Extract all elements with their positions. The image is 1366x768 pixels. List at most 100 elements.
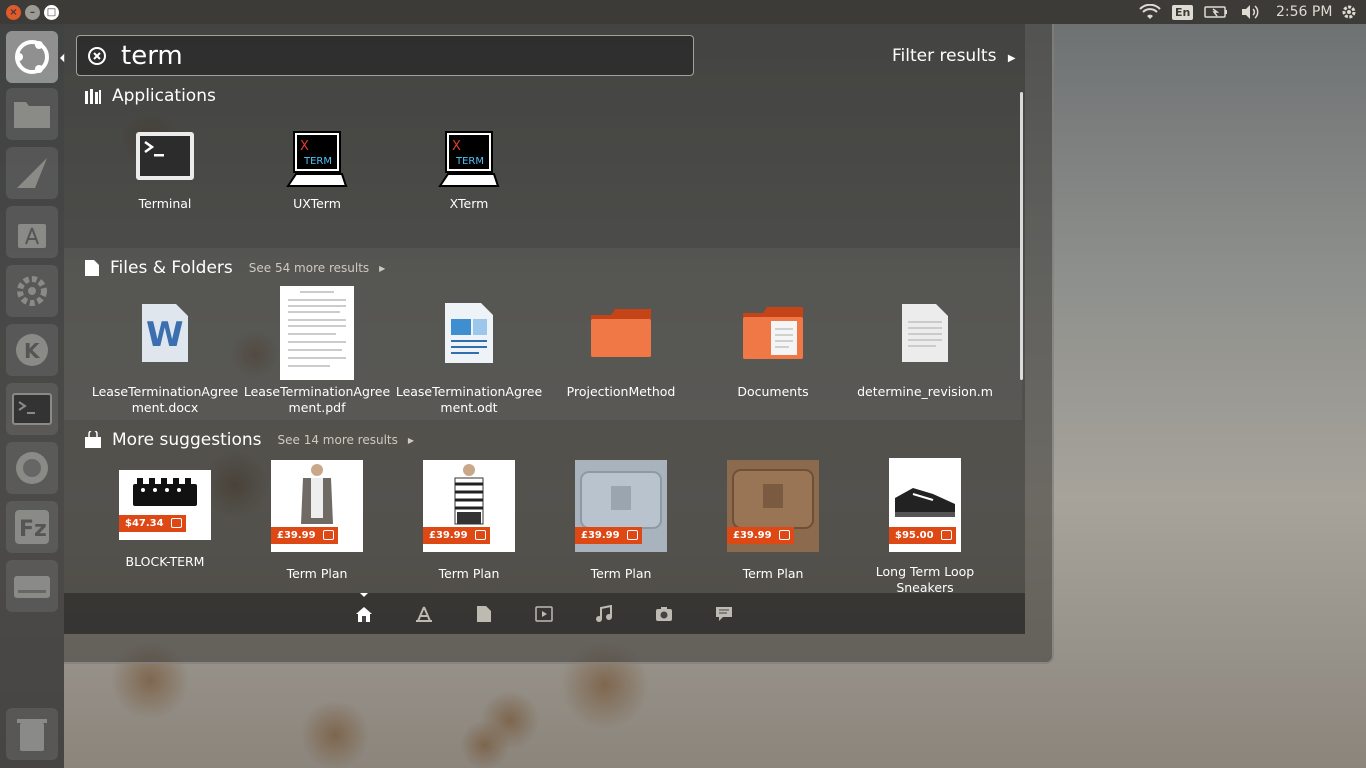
- files-title: Files & Folders: [110, 258, 233, 278]
- grey-bag-product-icon: [580, 471, 662, 529]
- file-tile[interactable]: W LeaseTerminationAgreement.docx: [90, 286, 240, 416]
- app-label: XTerm: [449, 196, 489, 211]
- wifi-icon[interactable]: [1139, 0, 1161, 24]
- social-lens-icon[interactable]: [715, 605, 733, 623]
- settings-icon: [17, 276, 47, 306]
- files-see-more-link[interactable]: See 54 more results: [249, 261, 369, 275]
- libreoffice-draw-launcher-item[interactable]: [6, 147, 58, 199]
- folder-label: Documents: [737, 384, 809, 399]
- music-lens-icon[interactable]: [595, 605, 613, 623]
- svg-text:Fz: Fz: [19, 517, 47, 542]
- text-file-icon: [902, 304, 948, 362]
- applications-section: Applications Terminal X TERM UXTerm X TERM…: [64, 80, 1022, 248]
- folder-tile[interactable]: ProjectionMethod: [546, 286, 696, 400]
- filezilla-launcher-item[interactable]: Fz: [6, 501, 58, 553]
- volume-icon[interactable]: [1240, 0, 1260, 24]
- files-lens-icon[interactable]: [475, 605, 493, 623]
- gear-icon[interactable]: [1340, 0, 1358, 24]
- suggestions-title: More suggestions: [112, 430, 262, 450]
- product-thumbnail: £39.99: [575, 460, 667, 552]
- folder-tile[interactable]: Documents: [698, 286, 848, 400]
- maximize-window-button[interactable]: □: [44, 4, 59, 20]
- svg-text:K: K: [24, 339, 41, 363]
- photos-lens-icon[interactable]: [655, 605, 673, 623]
- app-label: UXTerm: [293, 196, 341, 211]
- home-lens-icon[interactable]: [355, 605, 373, 623]
- file-tile[interactable]: determine_revision.m: [850, 286, 1000, 400]
- suggestion-tile[interactable]: $47.34 BLOCK-TERM: [90, 460, 240, 570]
- trash-icon: [17, 719, 47, 751]
- word-document-icon: W: [142, 304, 188, 362]
- software-center-launcher-item[interactable]: [6, 206, 58, 258]
- clock[interactable]: 2:56 PM: [1276, 0, 1332, 24]
- files-section: Files & Folders See 54 more results ▶ W …: [64, 248, 1022, 420]
- terminal-launcher-item[interactable]: [6, 383, 58, 435]
- firefox-launcher-item[interactable]: [6, 442, 58, 494]
- suggestion-label: Term Plan: [438, 566, 500, 581]
- xterm-icon: X TERM: [438, 131, 500, 187]
- applications-header[interactable]: Applications: [84, 86, 216, 106]
- price-tag: $95.00: [889, 527, 956, 544]
- suggestion-label: BLOCK-TERM: [125, 554, 205, 569]
- filezilla-icon: Fz: [15, 510, 49, 544]
- files-launcher-item[interactable]: [6, 88, 58, 140]
- suggestion-tile[interactable]: £39.99 Term Plan: [546, 460, 696, 582]
- minimize-window-button[interactable]: –: [25, 4, 40, 20]
- drive-icon: [14, 576, 50, 598]
- filter-results-button[interactable]: Filter results ▶: [892, 46, 1016, 66]
- dash-content: Filter results ▶ Applications Terminal X…: [64, 24, 1025, 634]
- suggestion-tile[interactable]: $95.00 Long Term Loop Sneakers: [850, 458, 1000, 596]
- kile-launcher-item[interactable]: K: [6, 324, 58, 376]
- shopping-bag-icon: [474, 530, 486, 540]
- terminal-block-product-icon: [133, 478, 197, 506]
- suggestion-tile[interactable]: £39.99 Term Plan: [394, 460, 544, 582]
- product-thumbnail: $47.34: [119, 470, 211, 540]
- keyboard-layout-label: En: [1172, 4, 1194, 20]
- uxterm-icon: X TERM: [286, 131, 348, 187]
- app-tile-xterm[interactable]: X TERM XTerm: [394, 130, 544, 212]
- suggestions-header[interactable]: More suggestions See 14 more results ▶: [84, 430, 414, 450]
- svg-text:TERM: TERM: [455, 156, 484, 167]
- files-header[interactable]: Files & Folders See 54 more results ▶: [84, 258, 385, 278]
- video-lens-icon[interactable]: [535, 605, 553, 623]
- svg-text:X: X: [452, 139, 461, 154]
- drive-launcher-item[interactable]: [6, 560, 58, 612]
- price-tag: £39.99: [727, 527, 794, 544]
- firefox-icon: [16, 452, 48, 484]
- app-tile-terminal[interactable]: Terminal: [90, 130, 240, 212]
- clear-search-icon[interactable]: [87, 46, 107, 66]
- file-label: LeaseTerminationAgreement.docx: [91, 384, 239, 415]
- svg-text:X: X: [300, 139, 309, 154]
- brown-bag-product-icon: [732, 469, 814, 529]
- keyboard-layout-indicator[interactable]: En: [1172, 0, 1194, 24]
- applications-lens-icon[interactable]: [415, 605, 433, 623]
- close-window-button[interactable]: ×: [6, 4, 21, 20]
- file-tile[interactable]: LeaseTerminationAgreement.odt: [394, 286, 544, 416]
- file-label: LeaseTerminationAgreement.odt: [395, 384, 543, 415]
- suggestion-label: Term Plan: [742, 566, 804, 581]
- ubuntu-logo-icon: [15, 40, 49, 74]
- battery-icon[interactable]: [1204, 0, 1228, 24]
- chevron-right-icon: ▶: [407, 435, 415, 445]
- lens-bar: [64, 593, 1025, 634]
- suggestion-tile[interactable]: £39.99 Term Plan: [242, 460, 392, 582]
- shopping-bag-icon: [322, 530, 334, 540]
- striped-top-product-icon: [454, 464, 484, 525]
- price-tag: £39.99: [423, 527, 490, 544]
- suggestion-tile[interactable]: £39.99 Term Plan: [698, 460, 848, 582]
- suggestions-section: More suggestions See 14 more results ▶ $…: [64, 420, 1022, 596]
- file-tile[interactable]: LeaseTerminationAgreement.pdf: [242, 286, 392, 416]
- folder-label: ProjectionMethod: [566, 384, 676, 399]
- search-input[interactable]: [121, 40, 661, 71]
- price: $95.00: [895, 530, 934, 541]
- file-label: LeaseTerminationAgreement.pdf: [243, 384, 391, 415]
- dash-home-button[interactable]: [6, 31, 58, 83]
- price: £39.99: [429, 530, 468, 541]
- system-settings-launcher-item[interactable]: [6, 265, 58, 317]
- terminal-icon: [136, 132, 194, 180]
- app-tile-uxterm[interactable]: X TERM UXTerm: [242, 130, 392, 212]
- suggestions-see-more-link[interactable]: See 14 more results: [278, 433, 398, 447]
- price-tag: £39.99: [575, 527, 642, 544]
- search-box[interactable]: [76, 35, 694, 76]
- trash-launcher-item[interactable]: [6, 708, 58, 760]
